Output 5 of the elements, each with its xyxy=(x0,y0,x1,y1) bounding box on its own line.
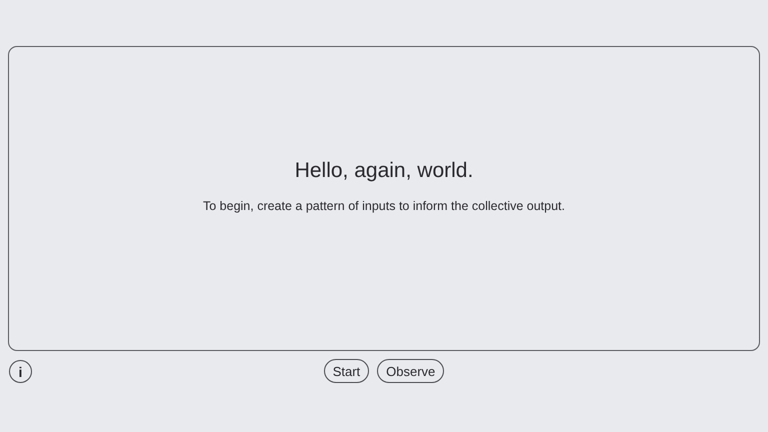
action-button[interactable]: Observe xyxy=(377,359,444,383)
action-button[interactable]: Start xyxy=(324,359,370,383)
heading: Hello, again, world. xyxy=(294,158,474,184)
info-button[interactable]: i xyxy=(9,360,32,383)
intro-text: To begin, create a pattern of inputs to inform the collective output. xyxy=(202,198,566,214)
